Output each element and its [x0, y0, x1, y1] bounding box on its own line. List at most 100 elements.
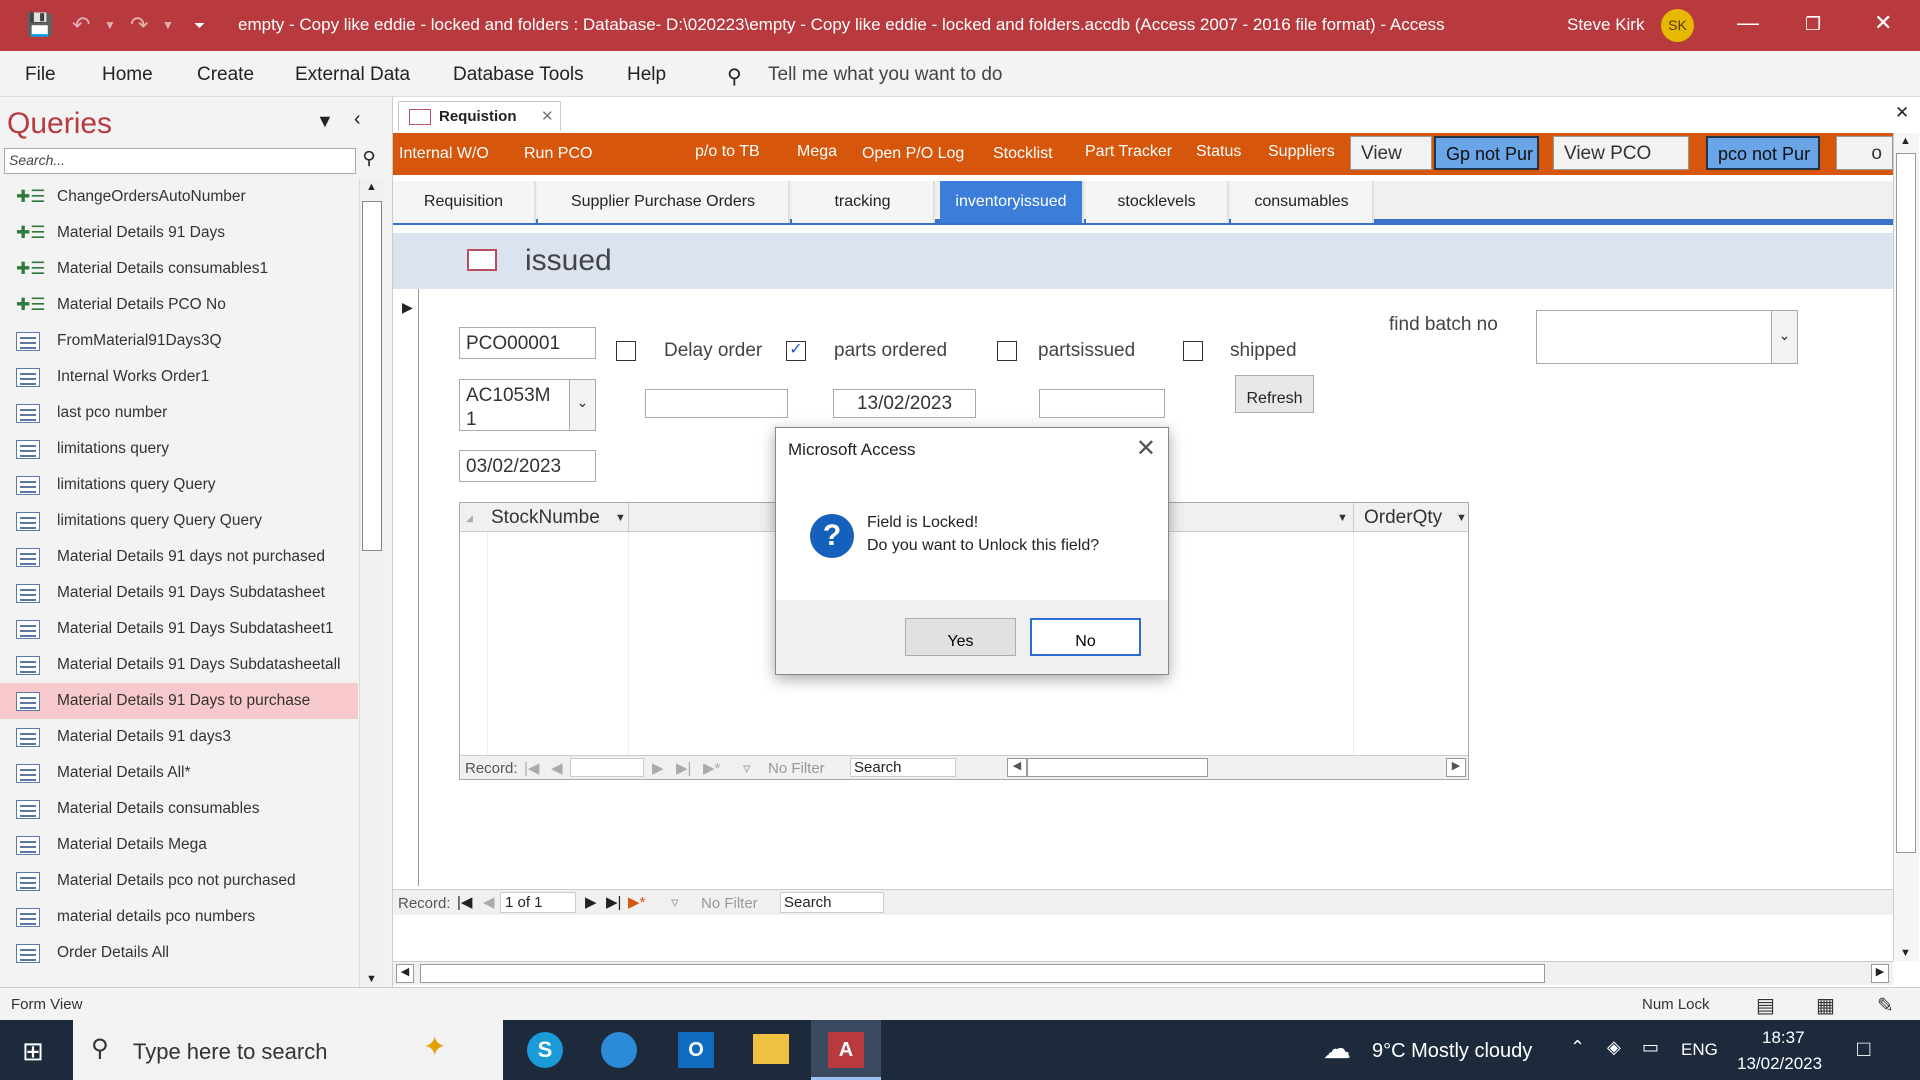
- open-po-log-button[interactable]: Open P/O Log: [862, 145, 964, 163]
- pco-number-field[interactable]: PCO00001: [459, 327, 596, 359]
- nav-header[interactable]: Queries: [7, 107, 112, 141]
- pco-not-pur-button[interactable]: pco not Pur: [1706, 136, 1820, 170]
- next-record-icon[interactable]: ▶: [652, 759, 664, 777]
- scroll-down-icon[interactable]: ▼: [1900, 947, 1911, 959]
- nav-item[interactable]: limitations query Query Query: [0, 503, 358, 539]
- view-button[interactable]: View: [1350, 136, 1432, 170]
- clock-time[interactable]: 18:37: [1762, 1028, 1805, 1048]
- stocklist-button[interactable]: Stocklist: [993, 145, 1053, 163]
- nav-item[interactable]: Order Details All: [0, 935, 358, 971]
- tab-database-tools[interactable]: Database Tools: [453, 64, 584, 86]
- scroll-left-icon[interactable]: ◀: [396, 964, 414, 983]
- nav-search-input[interactable]: Search...: [4, 148, 356, 174]
- weather-icon[interactable]: ☁: [1323, 1032, 1351, 1065]
- nav-item[interactable]: Material Details consumables: [0, 791, 358, 827]
- layout-view-icon[interactable]: ▦: [1816, 993, 1835, 1018]
- chevron-up-icon[interactable]: ⌃: [1570, 1037, 1585, 1058]
- last-record-icon[interactable]: ▶|: [676, 759, 691, 777]
- scroll-left-icon[interactable]: ◀: [1007, 758, 1027, 777]
- shipped-checkbox[interactable]: [1183, 341, 1203, 361]
- nav-item[interactable]: Material Details 91 days not purchased: [0, 539, 358, 575]
- no-button[interactable]: No: [1030, 618, 1141, 656]
- partsissued-field[interactable]: [1039, 389, 1165, 418]
- chevron-down-icon[interactable]: ⌄: [569, 380, 595, 430]
- subform-hscroll-thumb[interactable]: [1027, 758, 1208, 777]
- design-view-icon[interactable]: ✎: [1877, 993, 1894, 1018]
- tab-inventoryissued[interactable]: inventoryissued: [940, 181, 1084, 223]
- taskbar-search[interactable]: ⚲ Type here to search ✦: [73, 1020, 503, 1080]
- nav-item[interactable]: ✚☰ Material Details PCO No: [0, 287, 358, 323]
- nav-item[interactable]: Material Details 91 Days Subdatasheet1: [0, 611, 358, 647]
- first-record-icon[interactable]: |◀: [524, 759, 539, 777]
- nav-item[interactable]: limitations query: [0, 431, 358, 467]
- nav-item[interactable]: Material Details pco not purchased: [0, 863, 358, 899]
- po-to-tb-button[interactable]: p/o to TB: [695, 143, 760, 161]
- collapse-pane-icon[interactable]: ‹: [354, 108, 361, 131]
- parts-ordered-checkbox[interactable]: ✓: [786, 341, 806, 361]
- nav-scrollbar[interactable]: ▲ ▼: [359, 179, 383, 987]
- vscroll-thumb[interactable]: [1896, 153, 1916, 853]
- new-record-icon[interactable]: ▶*: [628, 893, 645, 911]
- skype-icon[interactable]: S: [527, 1032, 563, 1068]
- date-field[interactable]: 03/02/2023: [459, 450, 596, 482]
- nav-item[interactable]: ✚☰ Material Details consumables1: [0, 251, 358, 287]
- nav-menu-icon[interactable]: ▼: [316, 111, 334, 132]
- col-orderqty[interactable]: OrderQty: [1364, 507, 1442, 529]
- taskbar-search-input[interactable]: Type here to search: [133, 1039, 327, 1065]
- scroll-right-icon[interactable]: ▶: [1871, 964, 1889, 983]
- last-record-icon[interactable]: ▶|: [606, 893, 621, 911]
- access-taskbar-item[interactable]: A: [811, 1020, 881, 1080]
- windows-start-icon[interactable]: ⊞: [22, 1036, 44, 1067]
- language-indicator[interactable]: ENG: [1681, 1040, 1718, 1060]
- suppliers-button[interactable]: Suppliers: [1268, 143, 1335, 161]
- record-selector[interactable]: ▶: [393, 289, 419, 886]
- nav-item[interactable]: Material Details Mega: [0, 827, 358, 863]
- undo-dropdown-icon[interactable]: ▼: [104, 12, 116, 38]
- tab-stocklevels[interactable]: stocklevels: [1086, 181, 1229, 223]
- internal-wo-button[interactable]: Internal W/O: [399, 145, 489, 163]
- nav-scroll-thumb[interactable]: [362, 201, 382, 551]
- search-icon[interactable]: ⚲: [356, 148, 382, 174]
- row-selector-column[interactable]: [460, 532, 488, 757]
- no-filter-button[interactable]: No Filter: [768, 760, 825, 777]
- gp-not-pur-button[interactable]: Gp not Pur: [1434, 136, 1539, 170]
- form-search-input[interactable]: Search: [780, 892, 884, 913]
- scroll-up-icon[interactable]: ▲: [366, 181, 377, 193]
- new-record-icon[interactable]: ▶*: [703, 759, 720, 777]
- find-batch-combo[interactable]: ⌄: [1536, 310, 1798, 364]
- nav-item[interactable]: Material Details All*: [0, 755, 358, 791]
- edge-icon[interactable]: [601, 1032, 637, 1068]
- mega-button[interactable]: Mega: [797, 143, 837, 161]
- no-filter-button[interactable]: No Filter: [701, 895, 758, 912]
- nav-item[interactable]: Material Details 91 Days Subdatasheetall: [0, 647, 358, 683]
- form-view-icon[interactable]: ▤: [1756, 993, 1775, 1018]
- nav-item[interactable]: Material Details 91 Days to purchase: [0, 683, 358, 719]
- notification-icon[interactable]: □: [1857, 1036, 1870, 1062]
- overflow-button[interactable]: o: [1836, 136, 1893, 170]
- minimize-icon[interactable]: —: [1737, 10, 1759, 36]
- nav-item[interactable]: Material Details 91 days3: [0, 719, 358, 755]
- scroll-right-icon[interactable]: ▶: [1446, 758, 1466, 777]
- status-button[interactable]: Status: [1196, 143, 1241, 161]
- partsissued-checkbox[interactable]: [997, 341, 1017, 361]
- tab-external-data[interactable]: External Data: [295, 64, 410, 86]
- restore-icon[interactable]: ❐: [1805, 14, 1821, 35]
- view-pco-button[interactable]: View PCO: [1553, 136, 1689, 170]
- nav-item[interactable]: Internal Works Order1: [0, 359, 358, 395]
- form-vscrollbar[interactable]: ▲ ▼: [1893, 133, 1919, 961]
- prev-record-icon[interactable]: ◀: [551, 759, 563, 777]
- search-highlight-icon[interactable]: ✦: [423, 1030, 446, 1063]
- outlook-icon[interactable]: O: [678, 1032, 714, 1068]
- hscroll-thumb[interactable]: [420, 964, 1545, 983]
- file-explorer-icon[interactable]: [753, 1034, 789, 1064]
- tab-home[interactable]: Home: [102, 64, 153, 86]
- tab-supplier-purchase-orders[interactable]: Supplier Purchase Orders: [538, 181, 790, 223]
- delay-order-field[interactable]: [645, 389, 788, 418]
- battery-icon[interactable]: ▭: [1642, 1037, 1659, 1058]
- sort-arrow-icon[interactable]: ▼: [1337, 512, 1348, 524]
- undo-icon[interactable]: ↶: [72, 12, 90, 38]
- select-all-icon[interactable]: ◢: [466, 513, 473, 524]
- close-icon[interactable]: ✕: [1874, 10, 1892, 36]
- prev-record-icon[interactable]: ◀: [483, 893, 495, 911]
- clock-date[interactable]: 13/02/2023: [1737, 1054, 1822, 1074]
